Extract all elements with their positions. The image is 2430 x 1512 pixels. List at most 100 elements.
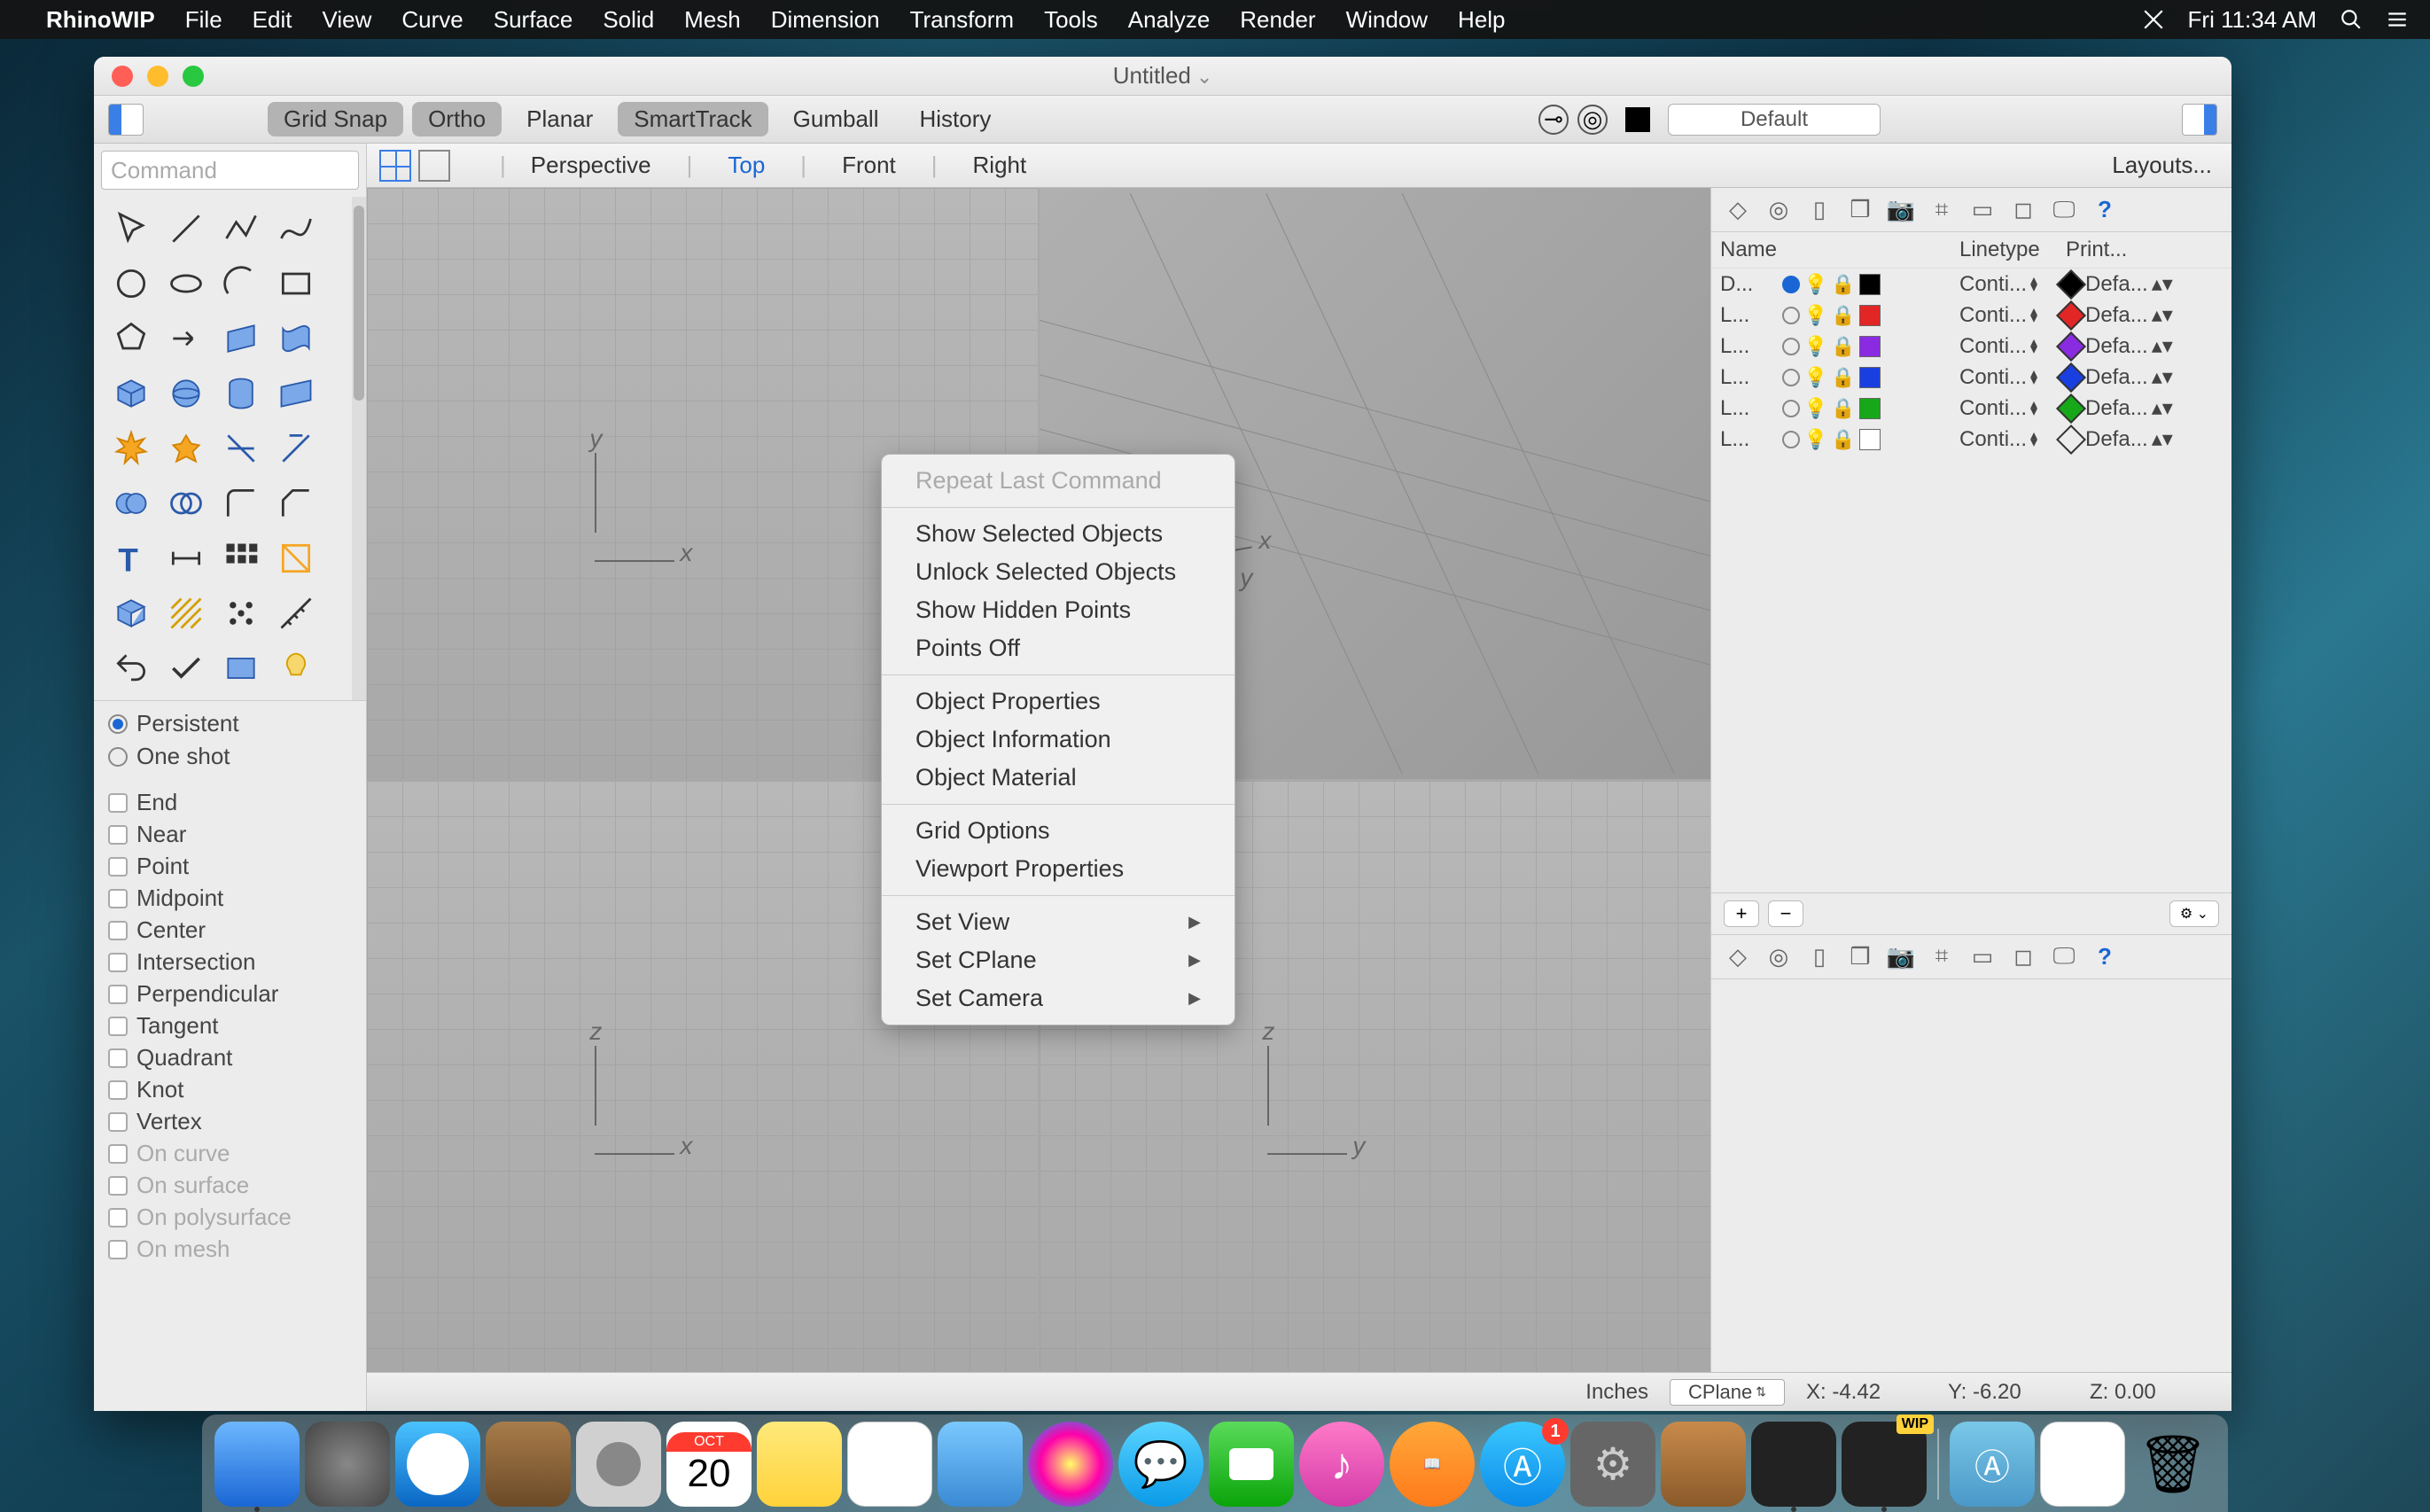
plane-tool-icon[interactable] bbox=[271, 369, 321, 418]
b-box-icon[interactable]: ❒ bbox=[1844, 940, 1876, 972]
layer-row[interactable]: D... 💡 🔒 Conti...▴▾ Defa...▴▾ bbox=[1711, 269, 2231, 300]
b-help-icon[interactable]: ? bbox=[2089, 940, 2121, 972]
circle-tool-icon[interactable] bbox=[106, 259, 156, 308]
systemprefs-app-icon[interactable]: ⚙ bbox=[1570, 1422, 1655, 1507]
safari-app-icon[interactable] bbox=[395, 1422, 480, 1507]
join-tool-icon[interactable] bbox=[271, 424, 321, 473]
color-swatch[interactable] bbox=[1625, 107, 1650, 132]
text-tool-icon[interactable]: T bbox=[106, 534, 156, 583]
view-right-tab[interactable]: Right bbox=[962, 152, 1038, 179]
chamfer-tool-icon[interactable] bbox=[271, 479, 321, 528]
b-doc-icon[interactable]: ▯ bbox=[1803, 940, 1835, 972]
layer-row[interactable]: L... 💡 🔒 Conti...▴▾ Defa...▴▾ bbox=[1711, 393, 2231, 424]
osnap-near[interactable]: Near bbox=[108, 821, 352, 848]
cm-grid-options[interactable]: Grid Options bbox=[882, 812, 1234, 850]
check-tool-icon[interactable] bbox=[161, 643, 211, 693]
osnap-end[interactable]: End bbox=[108, 789, 352, 816]
menu-tools[interactable]: Tools bbox=[1044, 6, 1098, 34]
add-layer-button[interactable]: + bbox=[1724, 900, 1759, 927]
view-top-tab[interactable]: Top bbox=[717, 152, 775, 179]
layer-row[interactable]: L... 💡 🔒 Conti...▴▾ Defa...▴▾ bbox=[1711, 424, 2231, 455]
finder-app-icon[interactable] bbox=[214, 1422, 300, 1507]
cm-viewport-properties[interactable]: Viewport Properties bbox=[882, 850, 1234, 888]
right-sidebar-toggle-icon[interactable] bbox=[2182, 104, 2217, 136]
cm-object-material[interactable]: Object Material bbox=[882, 759, 1234, 797]
osnap-midpoint[interactable]: Midpoint bbox=[108, 885, 352, 912]
cm-set-view[interactable]: Set View bbox=[882, 903, 1234, 941]
cm-set-cplane[interactable]: Set CPlane bbox=[882, 941, 1234, 979]
single-viewport-icon[interactable] bbox=[418, 150, 450, 182]
app-name[interactable]: RhinoWIP bbox=[46, 6, 155, 34]
curve-tool-icon[interactable] bbox=[271, 204, 321, 253]
panel-tab-icon[interactable]: ◻ bbox=[2007, 194, 2039, 226]
surface-tool-icon[interactable] bbox=[216, 314, 266, 363]
layer-options-button[interactable]: ⚙ ⌄ bbox=[2169, 900, 2219, 927]
light-tool-icon[interactable] bbox=[271, 643, 321, 693]
launchpad-app-icon[interactable] bbox=[305, 1422, 390, 1507]
menu-analyze[interactable]: Analyze bbox=[1128, 6, 1211, 34]
layer-row[interactable]: L... 💡 🔒 Conti...▴▾ Defa...▴▾ bbox=[1711, 300, 2231, 331]
b-notes-icon[interactable]: ⌗ bbox=[1926, 940, 1958, 972]
extend-tool-icon[interactable] bbox=[161, 314, 211, 363]
cylinder-tool-icon[interactable] bbox=[216, 369, 266, 418]
help-tab-icon[interactable]: ? bbox=[2089, 194, 2121, 226]
cm-object-information[interactable]: Object Information bbox=[882, 721, 1234, 759]
record-icon[interactable]: ◎ bbox=[1577, 105, 1608, 135]
notes-tab-icon[interactable]: ⌗ bbox=[1926, 194, 1958, 226]
smarttrack-button[interactable]: SmartTrack bbox=[618, 102, 767, 136]
display-tab-icon[interactable]: ▭ bbox=[1967, 194, 1998, 226]
itunes-app-icon[interactable]: ♪ bbox=[1299, 1422, 1384, 1507]
ortho-button[interactable]: Ortho bbox=[412, 102, 502, 136]
cm-unlock-selected[interactable]: Unlock Selected Objects bbox=[882, 553, 1234, 591]
osnap-intersection[interactable]: Intersection bbox=[108, 948, 352, 976]
b-camera-icon[interactable]: 📷 bbox=[1885, 940, 1917, 972]
cm-show-selected[interactable]: Show Selected Objects bbox=[882, 515, 1234, 553]
layer-row[interactable]: L... 💡 🔒 Conti...▴▾ Defa...▴▾ bbox=[1711, 331, 2231, 362]
menu-dimension[interactable]: Dimension bbox=[771, 6, 880, 34]
control-center-icon[interactable] bbox=[2386, 8, 2409, 31]
ellipse-tool-icon[interactable] bbox=[161, 259, 211, 308]
view-front-tab[interactable]: Front bbox=[831, 152, 907, 179]
filter-icon[interactable]: ⊸ bbox=[1538, 105, 1569, 135]
downloads-folder-icon[interactable]: Ⓐ bbox=[1950, 1422, 2035, 1507]
close-button[interactable] bbox=[112, 66, 133, 87]
spotlight-icon[interactable] bbox=[2340, 8, 2363, 31]
appstore-app-icon[interactable]: Ⓐ1 bbox=[1480, 1422, 1565, 1507]
group-tool-icon[interactable] bbox=[216, 588, 266, 638]
oneshot-radio[interactable]: One shot bbox=[108, 743, 352, 770]
cplane-selector[interactable]: CPlane ⇅ bbox=[1670, 1379, 1785, 1406]
calendar-app-icon[interactable]: OCT20 bbox=[666, 1422, 752, 1507]
menu-render[interactable]: Render bbox=[1240, 6, 1315, 34]
osnap-point[interactable]: Point bbox=[108, 853, 352, 880]
doc-tab-icon[interactable]: ▯ bbox=[1803, 194, 1835, 226]
left-sidebar-toggle-icon[interactable] bbox=[108, 104, 144, 136]
osnap-center[interactable]: Center bbox=[108, 916, 352, 944]
maps-app-icon[interactable] bbox=[938, 1422, 1023, 1507]
monitor-tab-icon[interactable]: 🖵 bbox=[2048, 194, 2080, 226]
loft-tool-icon[interactable] bbox=[271, 314, 321, 363]
osnap-knot[interactable]: Knot bbox=[108, 1076, 352, 1103]
four-viewport-icon[interactable] bbox=[379, 150, 411, 182]
box-tab-icon[interactable]: ❒ bbox=[1844, 194, 1876, 226]
history-button[interactable]: History bbox=[903, 102, 1007, 136]
b-panel-icon[interactable]: ◻ bbox=[2007, 940, 2039, 972]
osnap-vertex[interactable]: Vertex bbox=[108, 1108, 352, 1135]
viewport-area[interactable]: y x bbox=[367, 188, 1710, 1372]
sphere-tool-icon[interactable] bbox=[161, 369, 211, 418]
facetime-app-icon[interactable] bbox=[1209, 1422, 1294, 1507]
command-input[interactable]: Command bbox=[101, 151, 359, 190]
pointer-tool-icon[interactable] bbox=[106, 204, 156, 253]
chevron-down-icon[interactable]: ⌄ bbox=[1196, 66, 1212, 88]
polygon-tool-icon[interactable] bbox=[106, 314, 156, 363]
tool-app-icon[interactable] bbox=[1661, 1422, 1746, 1507]
line-tool-icon[interactable] bbox=[161, 204, 211, 253]
render-tool-icon[interactable] bbox=[216, 643, 266, 693]
b-display-icon[interactable]: ▭ bbox=[1967, 940, 1998, 972]
block-tool-icon[interactable] bbox=[106, 588, 156, 638]
cm-show-hidden-points[interactable]: Show Hidden Points bbox=[882, 591, 1234, 629]
boolean2-tool-icon[interactable] bbox=[161, 479, 211, 528]
properties-tab-icon[interactable]: ◎ bbox=[1763, 194, 1795, 226]
photos-app-icon[interactable] bbox=[1028, 1422, 1113, 1507]
rectangle-tool-icon[interactable] bbox=[271, 259, 321, 308]
notification-icon[interactable] bbox=[2142, 8, 2165, 31]
